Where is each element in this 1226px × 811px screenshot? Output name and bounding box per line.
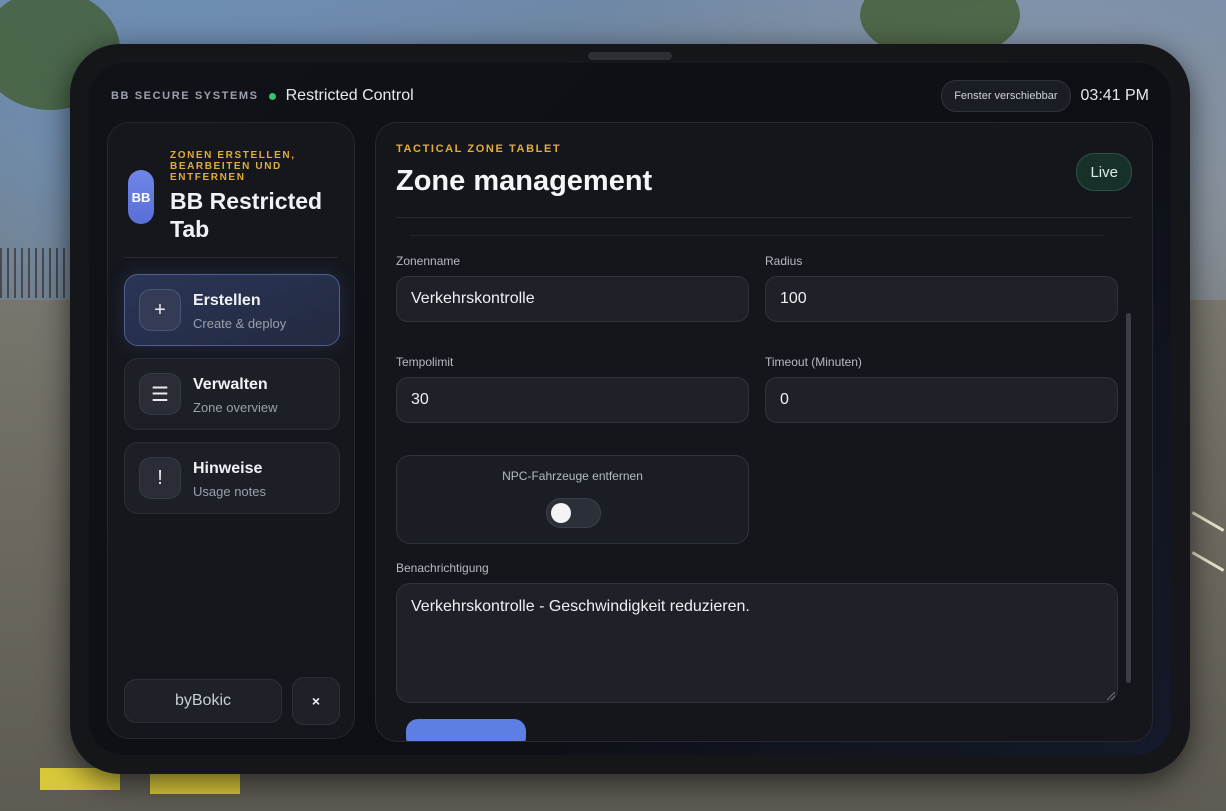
close-icon[interactable]: ×: [292, 677, 340, 725]
sidebar-item-label: Verwalten: [193, 376, 268, 393]
top-bar: BB SECURE SYSTEMS Restricted Control Fen…: [111, 80, 1149, 112]
npc-toggle-label: NPC-Fahrzeuge entfernen: [502, 469, 643, 483]
notification-textarea[interactable]: Verkehrskontrolle - Geschwindigkeit redu…: [396, 583, 1118, 703]
resize-handle-icon[interactable]: [1107, 692, 1115, 700]
sidebar-item-label: Hinweise: [193, 460, 263, 477]
sidebar-title: BB Restricted Tab: [170, 188, 323, 242]
app-logo: BB: [128, 170, 154, 224]
main-panel: TACTICAL ZONE TABLET Zone management Liv…: [375, 122, 1153, 742]
sidebar-item-label: Erstellen: [193, 292, 261, 309]
sidebar-item-erstellen[interactable]: + Erstellen Create & deploy: [124, 274, 340, 346]
status-badge: Live: [1076, 153, 1132, 191]
tablet-frame: BB SECURE SYSTEMS Restricted Control Fen…: [70, 44, 1190, 774]
background-fence: [0, 248, 70, 298]
tablet-screen: BB SECURE SYSTEMS Restricted Control Fen…: [89, 63, 1171, 755]
npc-toggle-card: NPC-Fahrzeuge entfernen: [396, 455, 749, 544]
notification-label: Benachrichtigung: [396, 561, 489, 575]
sidebar-item-sublabel: Zone overview: [193, 400, 278, 415]
background-curb: [150, 772, 240, 794]
sidebar: BB ZONEN ERSTELLEN, BEARBEITEN UND ENTFE…: [107, 122, 355, 739]
radius-label: Radius: [765, 254, 803, 268]
clock: 03:41 PM: [1080, 87, 1149, 104]
sidebar-item-verwalten[interactable]: ☰ Verwalten Zone overview: [124, 358, 340, 430]
exclamation-icon: !: [139, 457, 181, 499]
brand-label: BB SECURE SYSTEMS: [111, 90, 259, 102]
header-divider: [396, 217, 1132, 218]
timeout-label: Timeout (Minuten): [765, 355, 862, 369]
zonename-input[interactable]: Verkehrskontrolle: [396, 276, 749, 322]
scrollbar[interactable]: [1126, 313, 1131, 683]
app-title: Restricted Control: [285, 87, 414, 104]
author-button[interactable]: byBokic: [124, 679, 282, 723]
list-icon: ☰: [139, 373, 181, 415]
sidebar-kicker: ZONEN ERSTELLEN, BEARBEITEN UND ENTFERNE…: [170, 150, 296, 183]
notification-text: Verkehrskontrolle - Geschwindigkeit redu…: [411, 598, 750, 615]
sidebar-item-sublabel: Create & deploy: [193, 316, 287, 331]
npc-toggle-switch[interactable]: [546, 498, 601, 528]
form-divider: [410, 235, 1104, 236]
submit-button[interactable]: [406, 719, 526, 741]
sidebar-item-sublabel: Usage notes: [193, 484, 266, 499]
sidebar-divider: [124, 257, 338, 258]
sidebar-item-hinweise[interactable]: ! Hinweise Usage notes: [124, 442, 340, 514]
status-dot-icon: [268, 92, 276, 100]
radius-input[interactable]: 100: [765, 276, 1118, 322]
main-kicker: TACTICAL ZONE TABLET: [396, 143, 562, 155]
zonename-label: Zonenname: [396, 254, 461, 268]
page-title: Zone management: [396, 165, 653, 197]
timeout-input[interactable]: 0: [765, 377, 1118, 423]
move-window-button[interactable]: Fenster verschiebbar: [941, 80, 1071, 112]
tempolimit-label: Tempolimit: [396, 355, 454, 369]
tempolimit-input[interactable]: 30: [396, 377, 749, 423]
tablet-notch: [588, 52, 672, 60]
plus-icon: +: [139, 289, 181, 331]
toggle-knob: [551, 503, 571, 523]
